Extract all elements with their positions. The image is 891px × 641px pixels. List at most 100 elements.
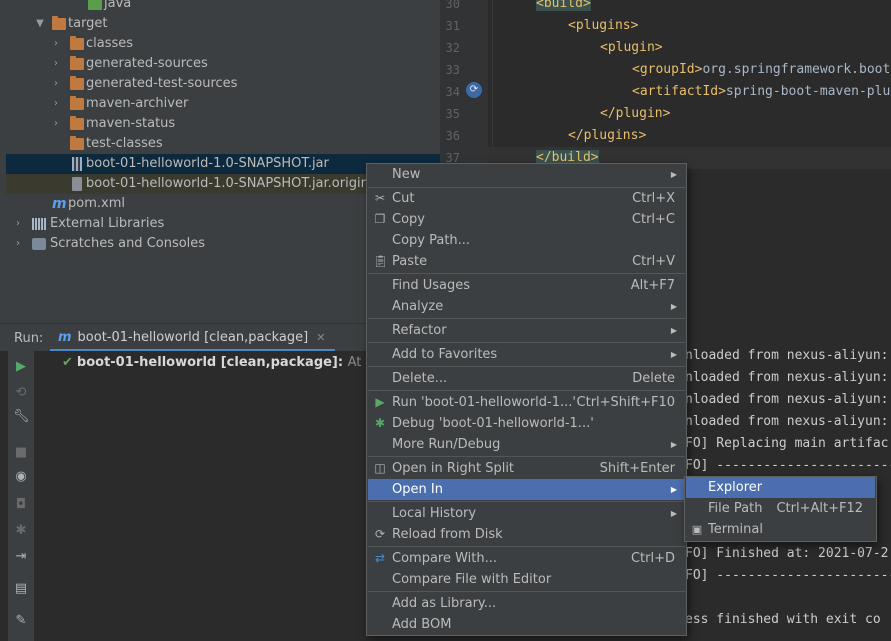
menu-item-add-as-library[interactable]: Add as Library... <box>368 593 685 614</box>
eye-icon[interactable]: ◉ <box>13 469 29 485</box>
ide-window: java ▼ target › classes › generated-sour… <box>0 0 891 641</box>
menu-separator <box>368 591 685 592</box>
menu-item-add-bom[interactable]: Add BOM <box>368 614 685 635</box>
menu-item-compare-file-with-editor[interactable]: Compare File with Editor <box>368 569 685 590</box>
compare-icon: ⇄ <box>374 551 386 565</box>
folder-icon <box>70 116 84 130</box>
menu-item-cut[interactable]: ✂ Cut Ctrl+X <box>368 188 685 209</box>
chevron-right-icon[interactable]: › <box>50 34 62 54</box>
tree-item-test-classes[interactable]: test-classes <box>6 134 440 154</box>
menu-item-copy[interactable]: ❐ Copy Ctrl+C <box>368 209 685 230</box>
line-number: 36 <box>445 129 460 143</box>
submenu-arrow-icon: ▶ <box>670 326 677 335</box>
camera-icon[interactable]: ◘ <box>13 497 29 513</box>
console-line: nloaded from nexus-aliyun: <box>685 414 889 429</box>
menu-item-open-in[interactable]: Open In ▶ <box>368 479 685 500</box>
folder-icon <box>70 56 84 70</box>
terminal-icon: ▣ <box>691 523 703 536</box>
menu-item-new[interactable]: New ▶ <box>368 164 685 185</box>
stop-icon[interactable]: ■ <box>13 445 29 461</box>
menu-item-run[interactable]: ▶ Run 'boot-01-helloworld-1...' Ctrl+Shift… <box>368 392 685 413</box>
console-line: FO] Finished at: 2021-07-2 <box>685 546 889 561</box>
menu-item-compare-with[interactable]: ⇄ Compare With... Ctrl+D <box>368 548 685 569</box>
pin-icon[interactable]: ✎ <box>13 613 29 629</box>
paste-icon: 📋︎ <box>373 254 389 268</box>
submenu-item-terminal[interactable]: ▣ Terminal <box>686 519 875 540</box>
spring-gutter-icon[interactable]: ⟳ <box>466 82 482 98</box>
exit-icon[interactable]: ⇥ <box>13 549 29 565</box>
maven-icon: m <box>58 330 72 345</box>
menu-item-find-usages[interactable]: Find Usages Alt+F7 <box>368 275 685 296</box>
console-line: nloaded from nexus-aliyun: <box>685 392 889 407</box>
chevron-right-icon[interactable]: › <box>50 114 62 134</box>
folder-icon <box>70 96 84 110</box>
tree-item-generated-sources[interactable]: › generated-sources <box>6 54 440 74</box>
code-line: </plugins> <box>568 128 647 143</box>
tree-item-maven-status[interactable]: › maven-status <box>6 114 440 134</box>
code-line: <artifactId>spring-boot-maven-plu <box>632 84 891 99</box>
folder-icon <box>70 136 84 150</box>
menu-separator <box>368 342 685 343</box>
menu-item-more-run-debug[interactable]: More Run/Debug ▶ <box>368 434 685 455</box>
code-line: <build> <box>536 0 591 15</box>
open-in-submenu: Explorer File Path Ctrl+Alt+F12 ▣ Terminal <box>684 476 877 542</box>
chevron-right-icon[interactable]: › <box>12 234 24 254</box>
code-line: <plugin> <box>600 40 663 55</box>
debug-icon[interactable]: ✱ <box>13 523 29 539</box>
chevron-right-icon[interactable]: › <box>50 74 62 94</box>
line-number: 31 <box>445 19 460 33</box>
submenu-arrow-icon: ▶ <box>670 485 677 494</box>
run-tab[interactable]: m boot-01-helloworld [clean,package] ✕ <box>50 324 336 352</box>
submenu-arrow-icon: ▶ <box>670 440 677 449</box>
menu-item-debug[interactable]: ✱ Debug 'boot-01-helloworld-1...' <box>368 413 685 434</box>
context-menu: New ▶ ✂ Cut Ctrl+X ❐ Copy Ctrl+C Copy Path...… <box>366 163 687 636</box>
menu-separator <box>368 390 685 391</box>
chevron-right-icon[interactable]: › <box>50 54 62 74</box>
menu-item-add-to-favorites[interactable]: Add to Favorites ▶ <box>368 344 685 365</box>
rerun-icon[interactable]: ▶ <box>13 359 29 375</box>
code-line: <plugins> <box>568 18 639 33</box>
console-line: FO] ----------------------- <box>685 568 891 583</box>
tree-item-target[interactable]: ▼ target <box>6 14 440 34</box>
tree-item-generated-test-sources[interactable]: › generated-test-sources <box>6 74 440 94</box>
line-number: 30 <box>445 0 460 11</box>
rerun-failed-icon[interactable]: ⟲ <box>13 385 29 401</box>
submenu-arrow-icon: ▶ <box>670 509 677 518</box>
menu-item-analyze[interactable]: Analyze ▶ <box>368 296 685 317</box>
menu-item-refactor[interactable]: Refactor ▶ <box>368 320 685 341</box>
submenu-arrow-icon: ▶ <box>670 302 677 311</box>
wrench-icon[interactable]: 🔧︎ <box>13 409 30 425</box>
unknown-file-icon <box>72 177 82 191</box>
submenu-item-file-path[interactable]: File Path Ctrl+Alt+F12 <box>686 498 875 519</box>
chevron-right-icon[interactable]: › <box>50 94 62 114</box>
menu-item-copy-path[interactable]: Copy Path... <box>368 230 685 251</box>
folder-icon <box>70 36 84 50</box>
chevron-down-icon[interactable]: ▼ <box>34 14 46 34</box>
maven-icon: m <box>52 196 67 212</box>
code-line: <groupId>org.springframework.boot <box>632 62 891 77</box>
chevron-right-icon[interactable]: › <box>12 214 24 234</box>
menu-separator <box>368 273 685 274</box>
tree-item-classes[interactable]: › classes <box>6 34 440 54</box>
close-icon[interactable]: ✕ <box>316 331 325 344</box>
menu-item-paste[interactable]: 📋︎ Paste Ctrl+V <box>368 251 685 272</box>
tree-item-maven-archiver[interactable]: › maven-archiver <box>6 94 440 114</box>
menu-item-open-right-split[interactable]: ◫ Open in Right Split Shift+Enter <box>368 458 685 479</box>
console-line: nloaded from nexus-aliyun: <box>685 348 889 363</box>
tree-item-java[interactable]: java <box>6 0 440 14</box>
menu-separator <box>368 546 685 547</box>
menu-separator <box>368 501 685 502</box>
line-number: 34 <box>445 85 460 99</box>
run-toolbar: ▶ ⟲ 🔧︎ ■ ◉ ◘ ✱ ⇥ ▤ ✎ <box>8 351 34 641</box>
menu-item-delete[interactable]: Delete... Delete <box>368 368 685 389</box>
layout-icon[interactable]: ▤ <box>13 581 29 597</box>
cut-icon: ✂ <box>374 191 386 205</box>
split-icon: ◫ <box>374 461 386 475</box>
folder-icon <box>88 0 102 10</box>
submenu-item-explorer[interactable]: Explorer <box>686 477 875 498</box>
submenu-arrow-icon: ▶ <box>670 350 677 359</box>
menu-item-local-history[interactable]: Local History ▶ <box>368 503 685 524</box>
menu-item-reload-from-disk[interactable]: ⟳ Reload from Disk <box>368 524 685 545</box>
menu-separator <box>368 366 685 367</box>
line-number: 33 <box>445 63 460 77</box>
